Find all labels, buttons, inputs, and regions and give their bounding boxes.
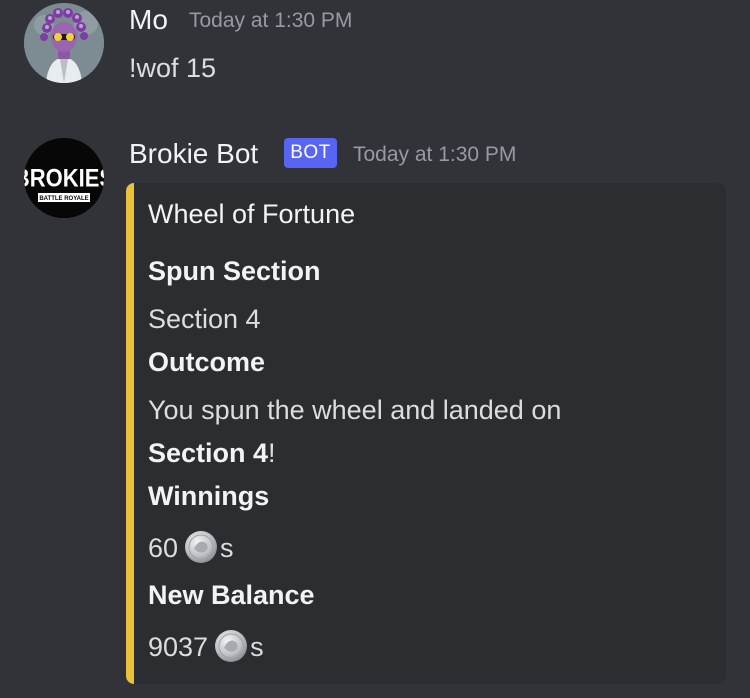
brokies-logo-icon: BROKIES BATTLE ROYALE [24,138,104,218]
user-avatar[interactable] [24,3,104,83]
bot-username[interactable]: Brokie Bot [129,138,258,170]
new-balance-amount: 9037 [148,632,209,663]
message-username[interactable]: Mo [129,4,168,36]
winnings-label: Winnings [148,481,270,511]
avatar-subtitle-text: BATTLE ROYALE [39,196,88,202]
wheel-of-fortune-embed: Wheel of Fortune Spun Section Section 4 … [126,183,726,684]
message-timestamp: Today at 1:30 PM [353,143,517,166]
avatar-logo-text: BROKIES [24,165,104,193]
bot-avatar[interactable]: BROKIES BATTLE ROYALE [24,138,104,218]
new-balance-label: New Balance [148,580,315,610]
outcome-label: Outcome [148,347,266,377]
embed-title: Wheel of Fortune [148,199,356,229]
silver-coin-icon [185,531,218,563]
medusa-avatar-icon [24,3,104,83]
chat-channel: Mo Today at 1:30 PM !wof 15 BROKIES BATT… [0,0,750,698]
message-text: !wof 15 [129,53,217,83]
bot-badge: BOT [284,138,337,168]
outcome-exclamation: ! [268,438,276,468]
message-timestamp: Today at 1:30 PM [189,9,353,32]
embed-accent-bar [126,183,134,684]
outcome-text: You spun the wheel and landed on [148,395,562,425]
winnings-value: 60 s [148,531,234,567]
outcome-section-bold: Section 4 [148,438,269,468]
outcome-result: Section 4! [148,438,276,469]
new-balance-suffix: s [250,632,264,663]
spun-section-label: Spun Section [148,256,321,286]
winnings-suffix: s [220,533,234,564]
new-balance-value: 9037 s [148,630,264,666]
silver-coin-icon [215,630,248,662]
winnings-amount: 60 [148,533,179,564]
spun-section-value: Section 4 [148,304,261,334]
